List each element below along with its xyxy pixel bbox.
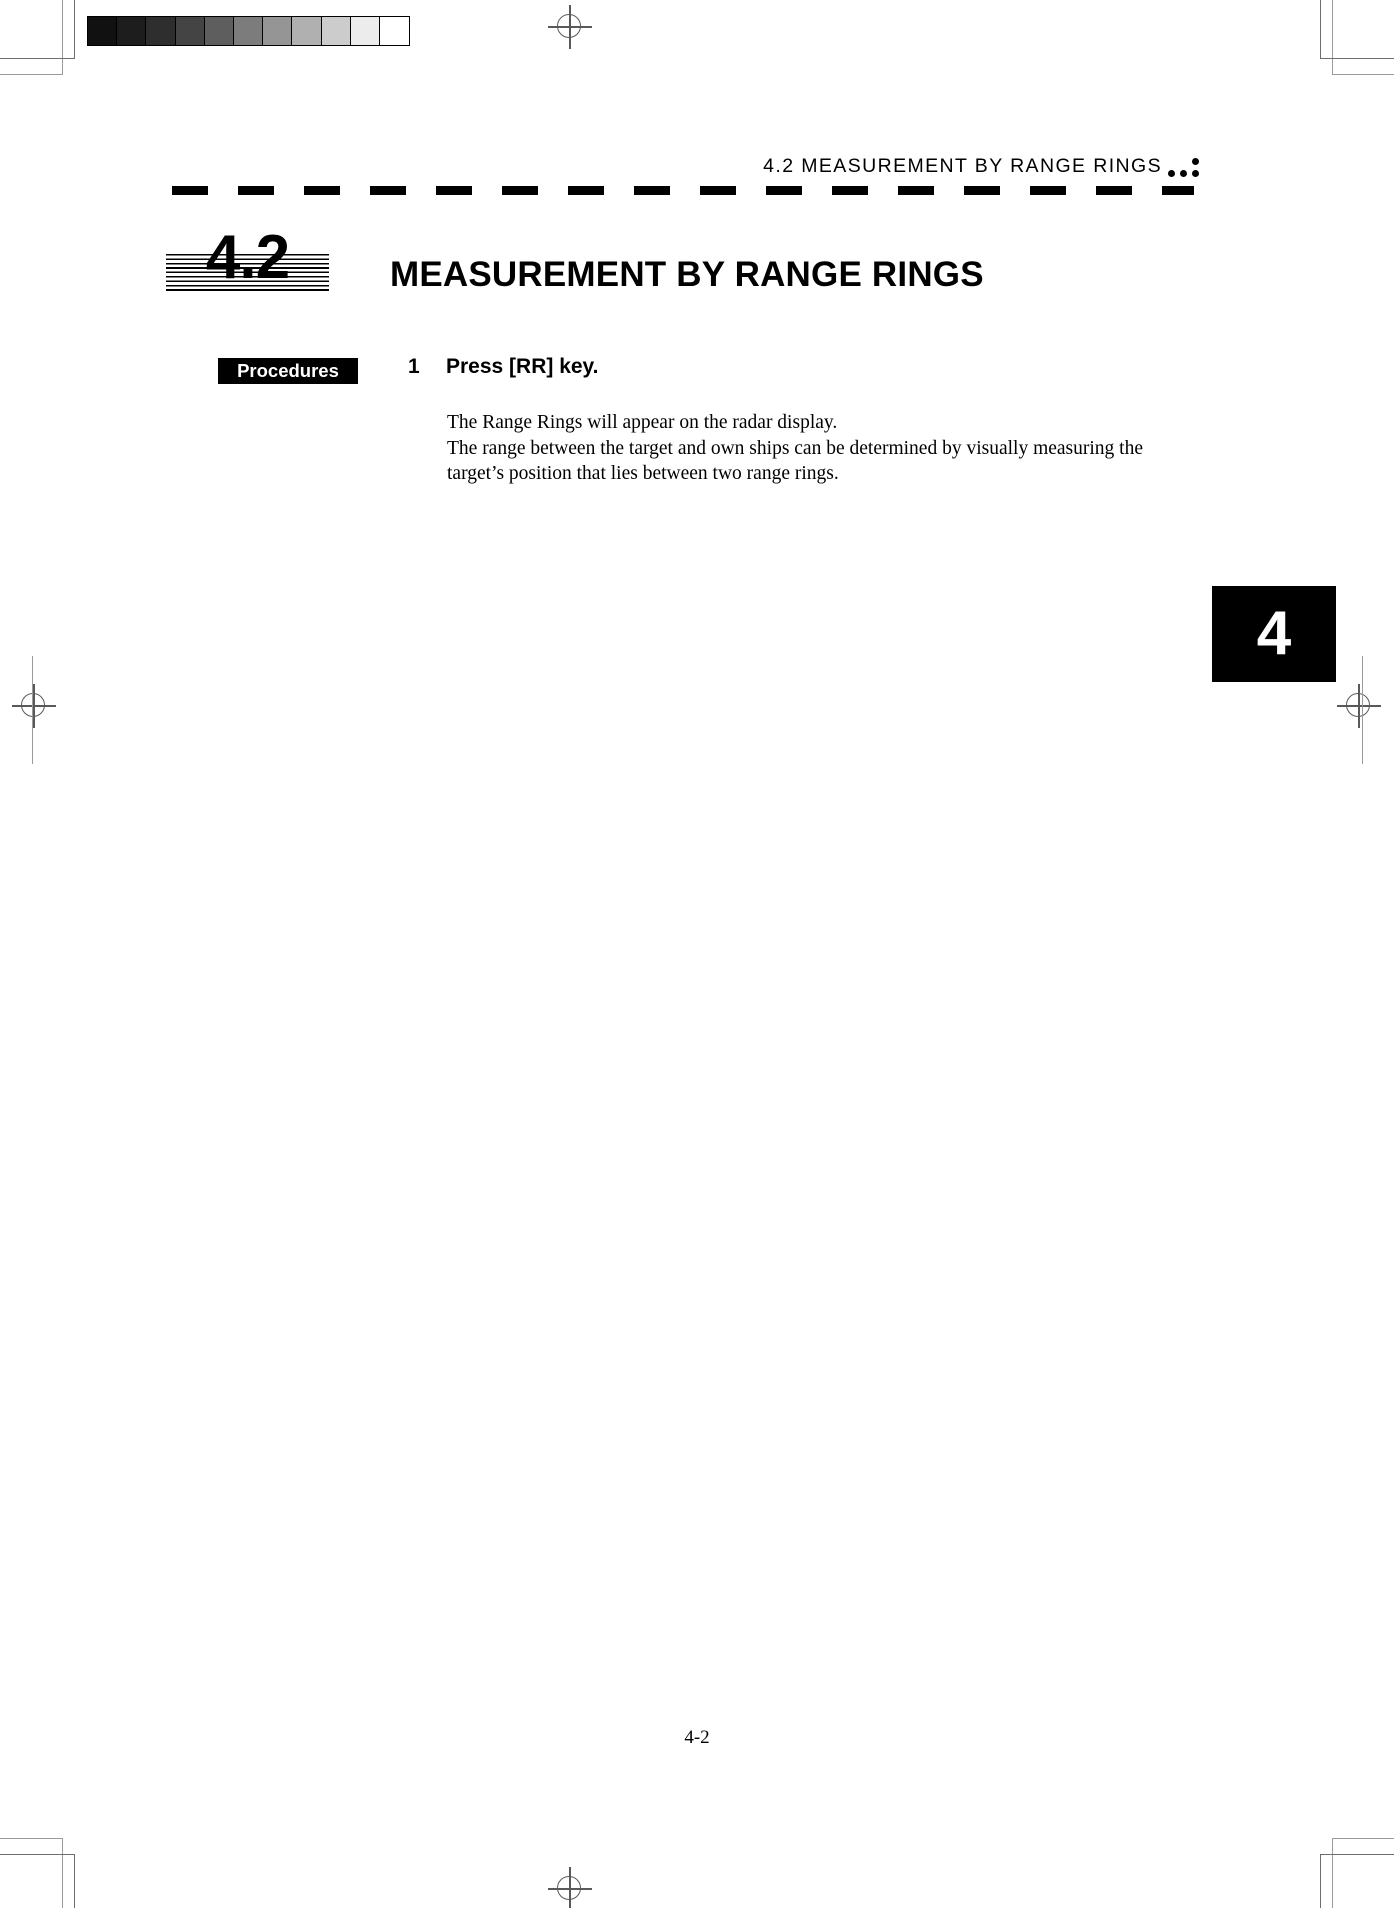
- procedure-body-line: The range between the target and own shi…: [447, 437, 1144, 459]
- grayscale-swatch-1: [117, 17, 147, 45]
- crop-mark-top-right-inner: [1320, 0, 1394, 59]
- procedure-step-title: Press [RR] key.: [446, 355, 599, 378]
- procedure-body-line: target’s position that lies between two …: [447, 463, 839, 484]
- procedure-body-line: The Range Rings will appear on the radar…: [447, 412, 838, 433]
- document-page: 4.2 MEASUREMENT BY RANGE RINGS 4.2 MEASU…: [0, 0, 1394, 1908]
- header-dot-ornament-icon: [1168, 157, 1208, 183]
- procedure-step-heading: 1 Press [RR] key.: [408, 355, 599, 379]
- chapter-thumb-tab: 4: [1212, 586, 1336, 682]
- page-number: 4-2: [684, 1727, 710, 1748]
- section-title: MEASUREMENT BY RANGE RINGS: [390, 255, 984, 294]
- section-number-text: 4.2: [205, 223, 290, 292]
- running-header-text: 4.2 MEASUREMENT BY RANGE RINGS: [763, 155, 1162, 177]
- registration-tick-left: [32, 656, 33, 764]
- procedure-step-body: The Range Rings will appear on the radar…: [447, 410, 1207, 487]
- crop-mark-top-left-inner: [0, 0, 75, 59]
- crop-mark-bottom-right-inner: [1320, 1854, 1394, 1908]
- section-number-badge: 4.2: [166, 227, 329, 301]
- grayscale-swatch-6: [263, 17, 293, 45]
- grayscale-swatch-9: [350, 17, 380, 45]
- grayscale-swatch-7: [292, 17, 322, 45]
- grayscale-calibration-strip: [87, 16, 411, 46]
- grayscale-swatch-4: [204, 17, 234, 45]
- registration-mark-right: [1337, 684, 1381, 728]
- grayscale-swatch-8: [321, 17, 351, 45]
- grayscale-swatch-10: [379, 17, 410, 45]
- procedures-label: Procedures: [218, 358, 358, 384]
- procedure-step-number: 1: [408, 355, 420, 378]
- crop-mark-bottom-left-inner: [0, 1854, 75, 1908]
- registration-mark-top: [548, 5, 592, 49]
- grayscale-swatch-2: [146, 17, 176, 45]
- registration-mark-left: [12, 684, 56, 728]
- grayscale-swatch-3: [175, 17, 205, 45]
- registration-tick-right: [1362, 656, 1363, 764]
- registration-mark-bottom: [548, 1867, 592, 1908]
- header-dashed-rule: [172, 186, 1194, 195]
- grayscale-swatch-0: [88, 17, 118, 45]
- running-header: 4.2 MEASUREMENT BY RANGE RINGS: [0, 155, 1394, 185]
- chapter-tab-number: 4: [1256, 599, 1292, 668]
- grayscale-swatch-5: [233, 17, 264, 45]
